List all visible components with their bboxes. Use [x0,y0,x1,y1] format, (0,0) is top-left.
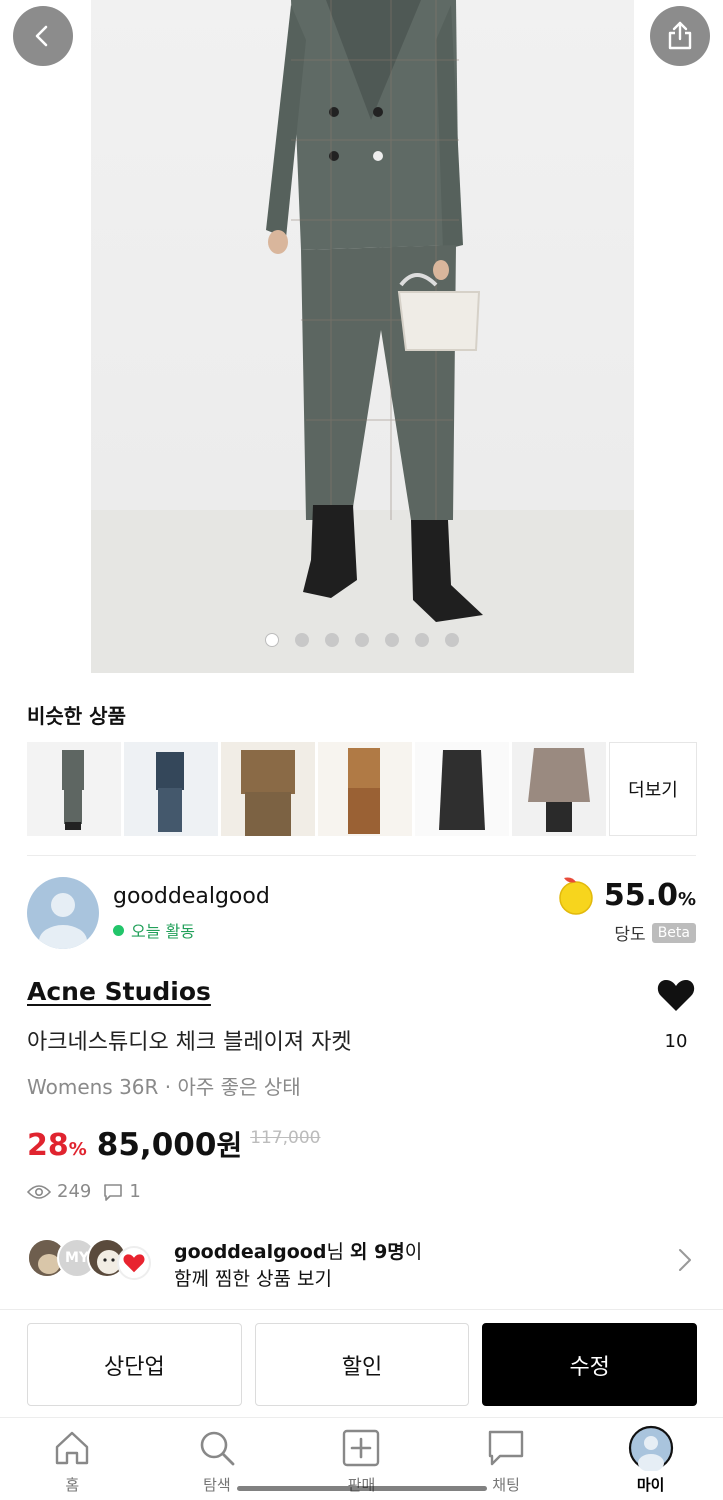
liked-by-cta: 함께 찜한 상품 보기 [174,1268,332,1290]
similar-items-title: 비슷한 상품 [27,704,126,728]
similar-item-thumbnail[interactable] [415,742,509,836]
honorific: 님 [326,1241,344,1263]
heart-badge [117,1246,151,1280]
action-buttons: 상단업 할인 수정 [27,1323,698,1406]
edit-button[interactable]: 수정 [482,1323,698,1406]
similar-item-image [318,742,412,836]
seller-activity-status: 오늘 활동 [113,918,195,942]
carousel-dot[interactable] [354,633,369,647]
chat-bubble-icon [488,1430,524,1466]
carousel-dot[interactable] [414,633,429,647]
sale-price: 85,000 [96,1127,217,1163]
product-stats: 249 1 [27,1181,141,1202]
home-indicator [237,1486,487,1491]
similar-item-image [415,742,509,836]
default-avatar-icon [39,893,87,949]
red-heart-icon [123,1254,145,1273]
back-button[interactable] [13,6,73,66]
liked-by-users-row[interactable]: MY gooddealgood님 외 9명이 함께 찜한 상품 보기 [27,1234,696,1290]
similar-items-row: 더보기 [27,742,697,836]
like-button[interactable] [657,978,695,1016]
eye-icon [27,1184,51,1199]
product-photo [91,0,634,673]
comment-count: 1 [129,1181,141,1202]
avatar-initials: MY [64,1250,90,1266]
others-count: 외 9명 [349,1241,405,1263]
chevron-right-icon [679,1249,691,1271]
divider [0,1309,723,1310]
beta-badge: Beta [651,922,696,943]
carousel-dot[interactable] [444,633,459,647]
original-price: 117,000 [250,1128,321,1148]
discount-rate: 28 [27,1128,69,1163]
seller-avatar[interactable] [27,877,99,949]
price-row: 28 % 85,000 원 117,000 [27,1124,321,1164]
view-count: 249 [57,1181,92,1202]
similar-item-thumbnail[interactable] [318,742,412,836]
score-value: 55.0% [603,877,696,913]
chevron-left-icon [35,25,48,47]
similar-item-image [124,742,218,836]
bump-button[interactable]: 상단업 [27,1323,242,1406]
product-title: 아크네스튜디오 체크 블레이져 자켓 [27,1030,352,1055]
liker-username: gooddealgood [174,1241,327,1263]
seller-name[interactable]: gooddealgood [113,884,270,909]
product-size-condition: Womens 36R · 아주 좋은 상태 [27,1075,301,1099]
divider [27,855,696,856]
like-count: 10 [664,1031,688,1052]
lemon-icon [559,877,593,915]
carousel-dot[interactable] [384,633,399,647]
particle: 이 [404,1241,423,1263]
similar-item-image [512,742,606,836]
nav-sell-label: 판매 [347,1476,376,1494]
product-image-carousel[interactable] [0,0,723,673]
model-illustration [91,0,634,673]
search-icon [200,1431,235,1466]
similar-item-thumbnail[interactable] [124,742,218,836]
nav-chat-label: 채팅 [492,1476,520,1494]
home-icon [56,1431,89,1465]
carousel-indicator [0,633,723,647]
plus-square-icon [343,1429,380,1467]
score-label-text: 당도 [614,925,646,945]
discount-button[interactable]: 할인 [254,1323,470,1406]
seller-score[interactable]: 55.0% [554,874,696,916]
heart-icon [657,980,695,1011]
carousel-dot[interactable] [264,633,279,647]
more-similar-button[interactable]: 더보기 [609,742,697,836]
nav-explore-label: 탐색 [203,1476,231,1494]
nav-home-label: 홈 [65,1476,80,1494]
share-button[interactable] [650,6,710,66]
brand-link[interactable]: Acne Studios [27,977,211,1006]
score-label: 당도 Beta [614,920,696,945]
comment-icon [104,1183,123,1201]
discount-unit: % [68,1139,87,1160]
similar-item-thumbnail[interactable] [221,742,315,836]
similar-item-thumbnail[interactable] [27,742,121,836]
profile-avatar-icon [628,1425,673,1471]
carousel-dot[interactable] [324,633,339,647]
share-icon [668,21,692,50]
nav-my[interactable]: 마이 [578,1418,723,1500]
similar-item-thumbnail[interactable] [512,742,606,836]
currency: 원 [216,1129,243,1162]
online-dot-icon [113,924,124,936]
activity-label: 오늘 활동 [131,922,195,941]
similar-item-image [27,742,121,836]
nav-home[interactable]: 홈 [0,1418,145,1500]
similar-item-image [221,742,315,836]
nav-my-label: 마이 [636,1476,665,1494]
carousel-dot[interactable] [294,633,309,647]
liked-by-summary: gooddealgood님 외 9명이 [174,1237,422,1264]
